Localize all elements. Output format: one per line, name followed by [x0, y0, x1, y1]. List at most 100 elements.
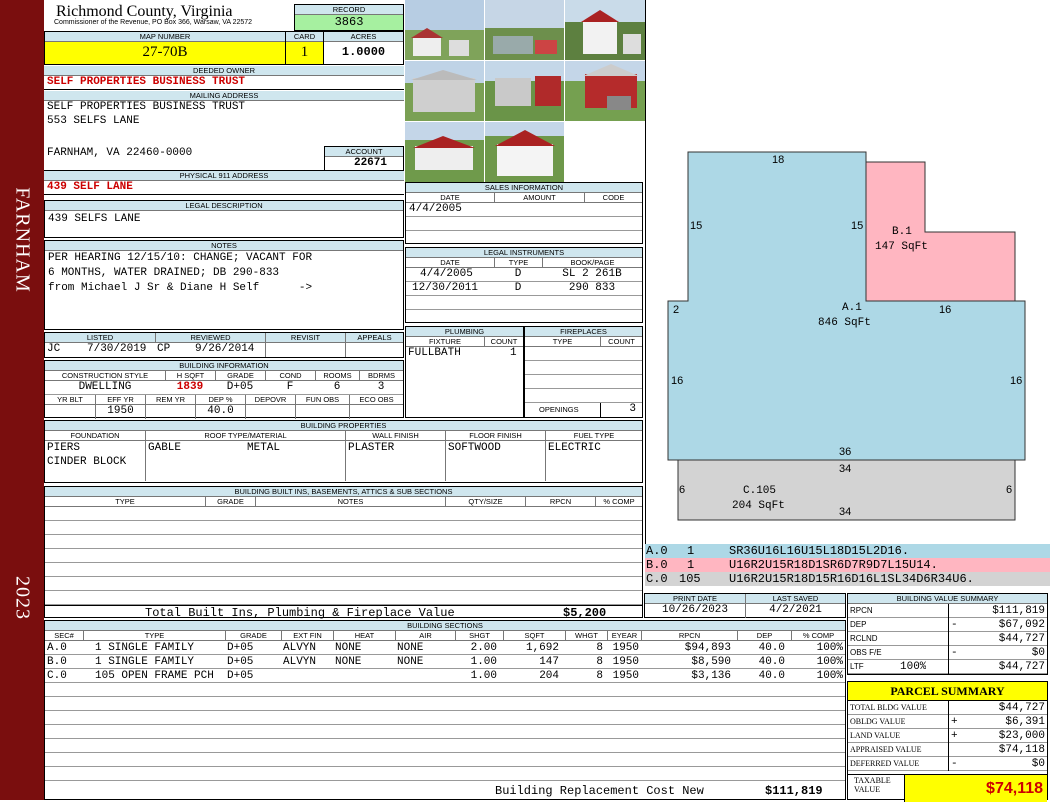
taxable-value: $74,118 — [904, 775, 1047, 802]
bt-col-rpcn: RPCN — [525, 497, 595, 506]
vector-row-b: B.0 1 U16R2U15R18D1SR6D7R9D7L15U14. — [645, 558, 1050, 572]
sales-col-date: DATE — [440, 193, 460, 202]
acres-label: ACRES — [324, 32, 403, 42]
sketch-dim: 36 — [839, 446, 851, 458]
vector-num: 1 — [687, 544, 695, 558]
card-label: CARD — [286, 32, 323, 42]
sketch-dim: 16 — [939, 304, 951, 316]
section-col-header: HEAT — [333, 631, 395, 640]
sketch-label: C.105 — [743, 485, 776, 497]
li-date: 4/4/2005 — [420, 268, 473, 280]
sale-date: 4/4/2005 — [409, 203, 462, 215]
section-cell-dep: 40.0 — [758, 656, 785, 668]
built-ins-total-label: Total Built Ins, Plumbing & Fireplace Va… — [145, 606, 455, 620]
legal-description-label: LEGAL DESCRIPTION — [45, 201, 403, 211]
construction-style: DWELLING — [78, 381, 132, 393]
legal-description-box: LEGAL DESCRIPTION 439 SELFS LANE — [44, 200, 404, 238]
account-box: ACCOUNT 22671 — [324, 146, 404, 171]
plumbing: PLUMBING FIXTURE COUNT FULLBATH 1 — [405, 326, 524, 418]
sketch-dim: 6 — [679, 484, 685, 496]
building-sections-title: BUILDING SECTIONS — [45, 621, 845, 631]
parcel-label: OBLDG VALUE — [850, 717, 906, 726]
heated-sqft: 1839 — [176, 381, 204, 393]
vector-sec: C.0 — [646, 572, 668, 586]
deeded-owner-label: DEEDED OWNER — [44, 66, 404, 76]
vector-path: U16R2U15R18D1SR6D7R9D7L15U14. — [729, 558, 938, 572]
bi-col-grade: GRADE — [215, 371, 265, 380]
notes-label: NOTES — [45, 241, 403, 251]
sketch-sqft: 204 SqFt — [732, 500, 785, 512]
section-cell-comp: 100% — [816, 656, 843, 668]
section-cell-heat: NONE — [335, 656, 362, 668]
parcel-row: OBLDG VALUE + $6,391 — [848, 715, 1047, 729]
legal-instruments: LEGAL INSTRUMENTS DATE TYPE BOOK/PAGE 4/… — [405, 247, 643, 323]
section-cell-rpcn: $3,136 — [691, 670, 731, 682]
sales-information: SALES INFORMATION DATE AMOUNT CODE 4/4/2… — [405, 182, 643, 244]
table-row — [406, 296, 642, 310]
vs-label: RCLND — [850, 634, 878, 643]
notes-box: NOTES PER HEARING 12/15/10: CHANGE; VACA… — [44, 240, 404, 330]
sketch-sqft: 147 SqFt — [875, 241, 928, 253]
building-properties: BUILDING PROPERTIES FOUNDATION ROOF TYPE… — [44, 420, 643, 483]
li-book: SL 2 261B — [562, 268, 622, 280]
sketch-drawing: A.1 846 SqFt B.1 147 SqFt C.105 204 SqFt… — [667, 151, 1026, 521]
legal-instruments-title: LEGAL INSTRUMENTS — [406, 248, 642, 258]
foundation-line: PIERS — [47, 442, 81, 454]
section-col-header: RPCN — [641, 631, 737, 640]
built-ins-table: BUILDING BUILT INS, BASEMENTS, ATTICS & … — [44, 486, 643, 620]
fireplaces: FIREPLACES TYPE COUNT OPENINGS 3 — [524, 326, 643, 418]
section-cell-whgt: 8 — [596, 656, 603, 668]
table-row: C.0 105 OPEN FRAME PCH D+05 1.00 204 8 1950 $3,… — [45, 669, 845, 683]
bi-col-yrblt: YR BLT — [57, 395, 83, 404]
roof-type: GABLE — [145, 441, 345, 481]
tax-year: 2023 — [11, 576, 34, 620]
functional-obs — [295, 405, 349, 419]
built-ins-total: $5,200 — [563, 606, 607, 620]
record-number: 3863 — [295, 15, 403, 30]
section-cell-whgt: 8 — [596, 642, 603, 654]
revisit-value — [265, 343, 345, 357]
parcel-row: DEFERRED VALUE - $0 — [848, 757, 1047, 771]
parcel-summary-title: PARCEL SUMMARY — [848, 682, 1047, 701]
openings-count: 3 — [600, 403, 642, 417]
sketch-dim: 2 — [673, 304, 679, 316]
foundation: PIERS CINDER BLOCK — [47, 441, 126, 469]
mailing-address-box: MAILING ADDRESS SELF PROPERTIES BUSINESS… — [44, 91, 404, 171]
sketch-dim: 16 — [1010, 375, 1022, 387]
card-number: 1 — [300, 44, 309, 60]
parcel-label: DEFERRED VALUE — [850, 759, 920, 768]
plumbing-count: 1 — [510, 347, 517, 359]
parcel-row: LAND VALUE + $23,000 — [848, 729, 1047, 743]
sketch-dim: 15 — [690, 220, 702, 232]
section-cell-shgt: 2.00 — [470, 642, 497, 654]
table-row — [45, 753, 845, 767]
parcel-label: TOTAL BLDG VALUE — [850, 703, 927, 712]
li-date: 12/30/2011 — [412, 282, 479, 294]
map-number: 27-70B — [142, 44, 188, 60]
section-cell-type: 1 SINGLE FAMILY — [95, 642, 195, 654]
bt-col-qty: QTY/SIZE — [445, 497, 525, 506]
vector-num: 105 — [679, 572, 701, 586]
value-summary-row: DEP - $67,092 — [848, 618, 1047, 632]
li-type: D — [514, 282, 522, 294]
section-cell-type: 105 OPEN FRAME PCH — [95, 670, 214, 682]
commissioner-address: Commissioner of the Revenue, PO Box 366,… — [54, 19, 253, 26]
reviewed-label: REVIEWED — [155, 333, 265, 342]
county-title: Richmond County, Virginia — [56, 3, 233, 20]
bi-col-funobs: FUN OBS — [295, 395, 349, 404]
bi-col-depovr: DEPOVR — [245, 395, 295, 404]
taxable-label-line: VALUE — [854, 785, 881, 794]
section-cell-air: NONE — [397, 642, 424, 654]
parcel-value: $23,000 — [998, 730, 1045, 742]
parcel-label: LAND VALUE — [850, 731, 901, 740]
sketch-dim: 16 — [671, 375, 683, 387]
section-cell-eyear: 1950 — [612, 642, 639, 654]
li-col-type: TYPE — [494, 258, 542, 267]
bedrooms: 3 — [377, 381, 385, 393]
sketch-label: A.1 — [842, 302, 862, 314]
section-cell-dep: 40.0 — [758, 670, 785, 682]
sketch-dim: 34 — [839, 463, 851, 475]
table-row: A.0 1 SINGLE FAMILY D+05 ALVYN NONE NONE 2.00 1… — [45, 641, 845, 655]
section-cell-shgt: 1.00 — [470, 670, 497, 682]
mailing-address-label: MAILING ADDRESS — [44, 91, 404, 101]
